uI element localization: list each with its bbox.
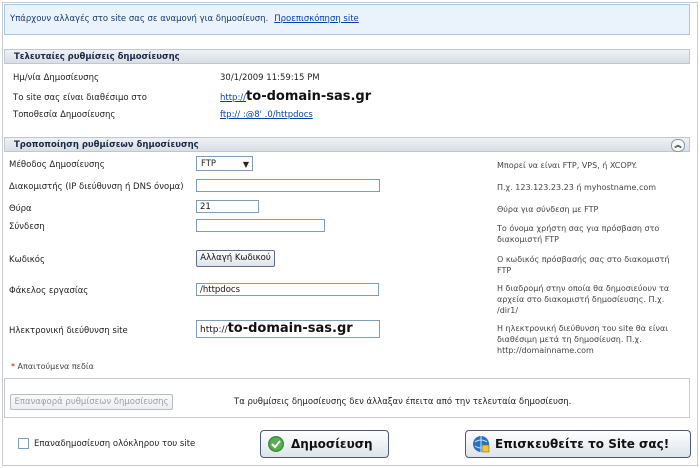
last-settings-header: Τελευταίες ρυθμίσεις δημοσίευσης [4, 49, 690, 64]
folder-input[interactable] [196, 283, 379, 296]
visit-site-button-label: Επισκευθείτε το Site σας! [495, 437, 670, 451]
visit-site-button[interactable]: Επισκευθείτε το Site σας! [465, 430, 691, 458]
required-fields-note: * Απαιτούμενα πεδία [11, 362, 94, 371]
password-hint: Ο κωδικός πρόσβασής σας στο διακομιστή F… [497, 255, 670, 275]
required-fields-text: Απαιτούμενα πεδία [17, 362, 94, 371]
alert-text: Υπάρχουν αλλαγές στο site σας σε αναμονή… [10, 14, 359, 24]
folder-label: Φάκελος εργασίας [9, 286, 89, 296]
server-input[interactable] [196, 179, 380, 192]
publish-globe-icon [267, 435, 285, 453]
port-hint: Θύρα για σύνδεση με FTP [497, 205, 599, 214]
server-label: Διακομιστής (IP διεύθυνση ή DNS όνομα) [9, 182, 184, 192]
pending-changes-alert: Υπάρχουν αλλαγές στο site σας σε αναμονή… [4, 4, 690, 35]
restore-settings-box: Επαναφορά ρυθμίσεων δημοσίευσης Τα ρυθμί… [4, 378, 690, 418]
visit-site-globe-icon [472, 435, 490, 453]
required-asterisk: * [11, 362, 15, 371]
login-label: Σύνδεση [9, 222, 45, 232]
site-url-label: Ηλεκτρονική διεύθυνση site [9, 326, 128, 336]
modify-settings-header: Τροποποίηση ρυθμίσεων δημοσίευσης ︽ [4, 137, 690, 152]
site-available-domain[interactable]: to-domain-sas.gr [246, 89, 371, 104]
password-label: Κωδικός [9, 255, 45, 265]
login-hint: Το όνομα χρήστη σας για πρόσβαση στο δια… [497, 224, 660, 244]
site-url-domain: to-domain-sas.gr [227, 321, 353, 336]
server-hint: Π.χ. 123.123.23.23 ή myhostname.com [497, 183, 657, 192]
restore-settings-button[interactable]: Επαναφορά ρυθμίσεων δημοσίευσης [10, 394, 173, 410]
publish-location-link[interactable]: ftp:// :@8' .0/httpdocs [220, 110, 313, 120]
site-url-prefix: http:// [200, 325, 228, 335]
publish-date-label: Ημ/νία Δημοσίευσης [13, 73, 99, 83]
port-label: Θύρα [9, 204, 32, 214]
alert-message: Υπάρχουν αλλαγές στο site σας σε αναμονή… [10, 14, 269, 24]
site-available-prefix[interactable]: http:// [220, 93, 246, 103]
site-available-label: Το site σας είναι διαθέσιμο στο [13, 93, 147, 103]
dropdown-arrow-icon: ▼ [242, 160, 249, 169]
modify-settings-title: Τροποποίηση ρυθμίσεων δημοσίευσης [14, 140, 199, 150]
publish-button[interactable]: Δημοσίευση [260, 430, 389, 458]
method-selected-value: FTP [201, 159, 217, 169]
settings-status-text: Τα ρυθμίσεις δημοσίευσης δεν άλλαξαν έπε… [234, 397, 572, 407]
preview-site-link[interactable]: Προεπισκόπηση site [274, 14, 359, 24]
chevron-double-up-icon[interactable]: ︽ [671, 139, 685, 152]
last-settings-title: Τελευταίες ρυθμίσεις δημοσίευσης [14, 52, 180, 62]
port-input[interactable] [196, 200, 259, 213]
site-available-link[interactable]: http://to-domain-sas.gr [220, 89, 371, 104]
method-label: Μέθοδος Δημοσίευσης [9, 160, 105, 170]
publish-location-label: Τοποθεσία Δημοσίευσης [13, 110, 116, 120]
publish-button-label: Δημοσίευση [291, 437, 373, 451]
method-hint: Μπορεί να είναι FTP, VPS, ή XCOPY. [497, 161, 638, 170]
site-url-input[interactable]: http://to-domain-sas.gr [196, 320, 380, 338]
publish-date-value: 30/1/2009 11:59:15 PM [220, 73, 320, 83]
change-password-button[interactable]: Αλλαγή Κωδικού [196, 250, 275, 267]
republish-label: Επαναδημοσίευση ολόκληρου του site [34, 439, 196, 449]
site-url-hint: Η ηλεκτρονική διεύθυνση του site θα είνα… [497, 324, 668, 355]
login-input[interactable] [196, 219, 325, 232]
method-select[interactable]: FTP ▼ [196, 156, 253, 171]
folder-hint: Η διαδρομή στην οποία θα δημοσιεύουν τα … [497, 284, 670, 315]
republish-checkbox[interactable] [18, 438, 29, 449]
